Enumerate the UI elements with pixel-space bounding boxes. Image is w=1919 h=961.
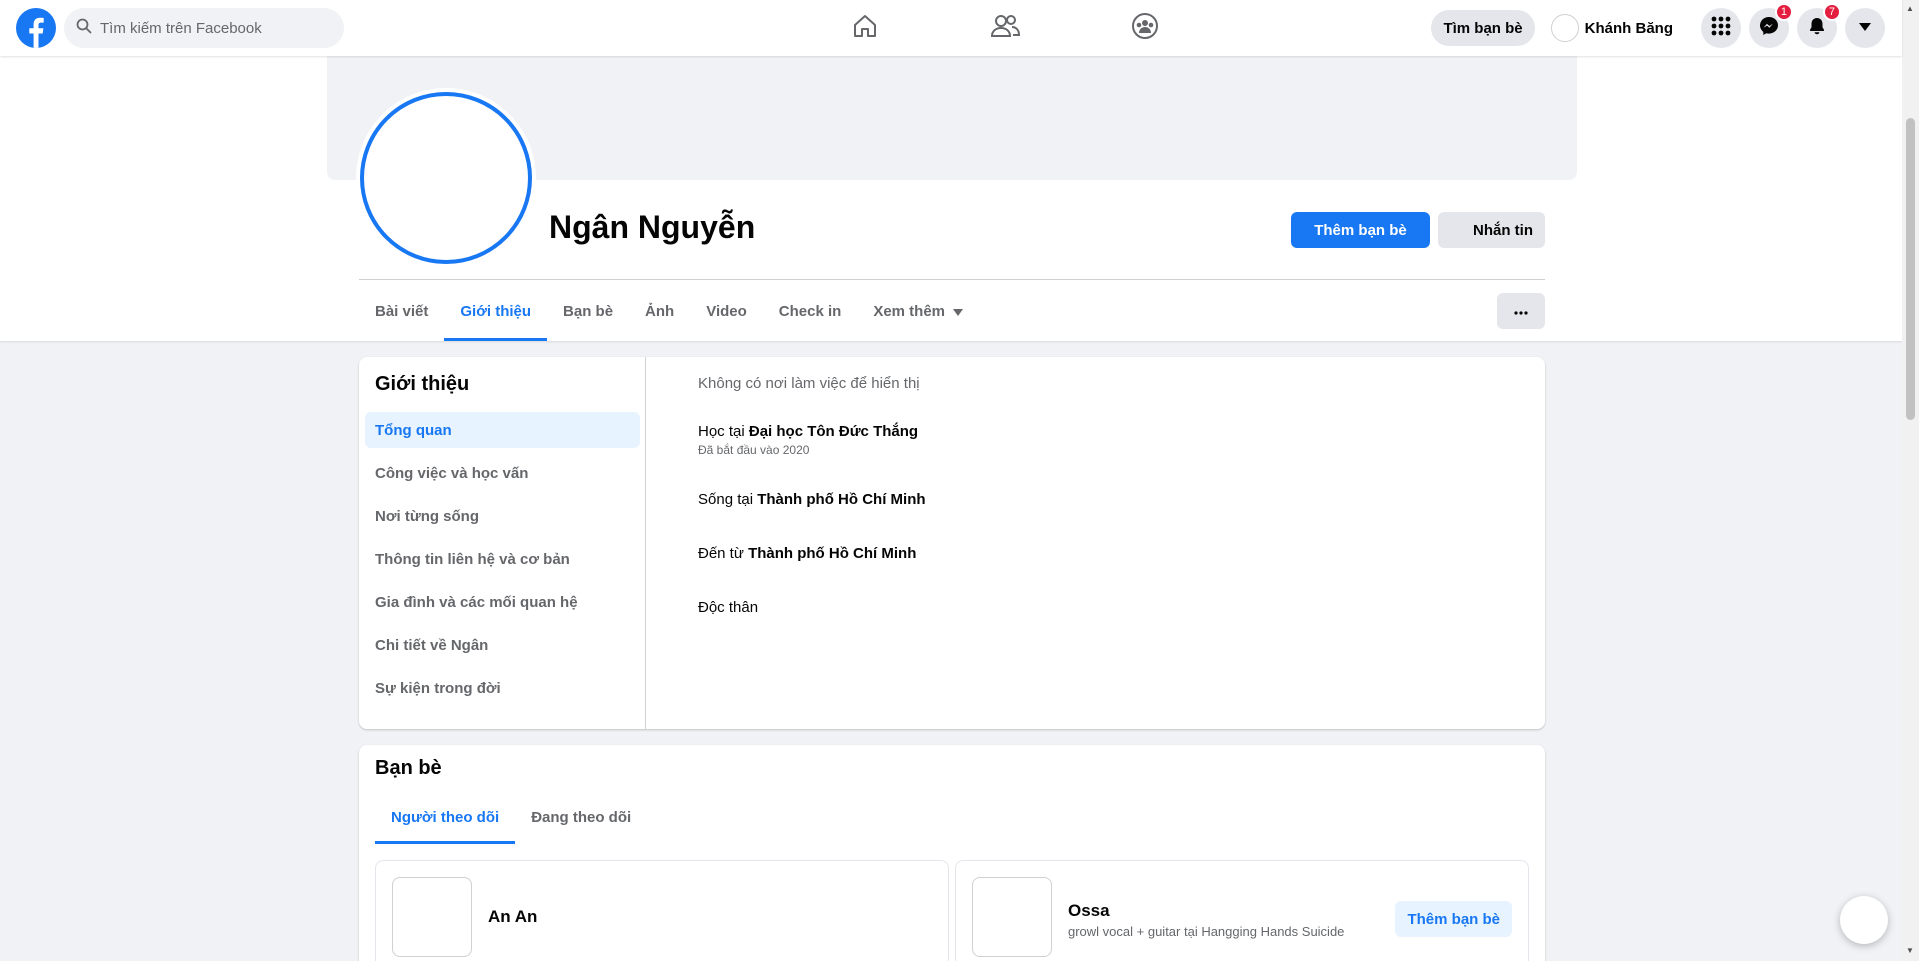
menu-grid-icon [1711,16,1731,41]
hometown[interactable]: Thành phố Hồ Chí Minh [748,545,916,562]
tab-posts[interactable]: Bài viết [359,281,444,341]
relationship-status: Độc thân [698,599,759,616]
message-button-label: Nhắn tin [1473,221,1533,239]
about-menu-contact-basic[interactable]: Thông tin liên hệ và cơ bản [365,541,640,577]
caret-down-icon [953,303,964,320]
add-friend-button-label: Thêm bạn bè [1314,221,1407,239]
nav-home[interactable] [795,0,935,56]
nav-groups[interactable] [1075,0,1215,56]
more-options-button[interactable] [1497,293,1545,329]
about-menu: Tổng quan Công việc và học vấn Nơi từng … [365,412,640,713]
menu-button[interactable] [1701,8,1741,48]
messenger-badge: 1 [1774,3,1793,21]
add-friend-button[interactable]: Thêm bạn bè [1395,901,1512,937]
messenger-button[interactable]: 1 [1749,3,1793,48]
friends-card: Bạn bè Người theo dõi Đang theo dõi An A… [359,745,1545,961]
profile-shortcut[interactable]: Khánh Băng [1547,10,1685,46]
list-item[interactable]: Ossa growl vocal + guitar tại Hangging H… [955,860,1529,961]
avatar [1550,14,1579,42]
friend-name[interactable]: An An [488,907,537,927]
education-since: Đã bắt đầu vào 2020 [698,443,810,457]
relationship-info: Độc thân [698,599,758,616]
education-school[interactable]: Đại học Tôn Đức Thắng [749,423,918,440]
profile-shortcut-name: Khánh Băng [1584,19,1673,37]
top-navigation-bar: Tìm bạn bè Khánh Băng 1 7 [0,0,1902,56]
about-menu-places-lived[interactable]: Nơi từng sống [365,498,640,534]
about-content: Không có nơi làm việc để hiển thị Học tạ… [698,357,1545,729]
about-card: Giới thiệu Tổng quan Công việc và học vấ… [359,357,1545,729]
groups-icon [1131,12,1159,45]
friend-name[interactable]: Ossa [1068,901,1110,921]
scroll-up-arrow-icon[interactable]: ▲ [1906,4,1914,13]
page-scrollbar[interactable]: ▲ ▼ [1902,0,1919,961]
about-title: Giới thiệu [375,373,470,395]
notifications-badge: 7 [1822,3,1841,21]
about-menu-life-events[interactable]: Sự kiện trong đời [365,670,640,706]
about-menu-work-education[interactable]: Công việc và học vấn [365,455,640,491]
friends-icon [990,12,1021,45]
nav-friends[interactable] [935,0,1075,56]
bell-icon [1807,16,1827,41]
profile-tabs: Bài viết Giới thiệu Bạn bè Ảnh Video Che… [359,281,979,341]
list-item[interactable]: An An [375,860,949,961]
current-city[interactable]: Thành phố Hồ Chí Minh [757,491,925,508]
about-sidebar: Giới thiệu Tổng quan Công việc và học vấ… [359,357,646,729]
tab-see-more-label: Xem thêm [873,302,946,320]
scroll-down-arrow-icon[interactable]: ▼ [1906,946,1914,955]
ellipsis-icon [1514,302,1528,320]
avatar[interactable] [972,877,1052,957]
search-bar[interactable] [64,8,344,48]
find-friends-button[interactable]: Tìm bạn bè [1431,10,1535,46]
header-divider [359,279,1545,280]
tab-following[interactable]: Đang theo dõi [515,791,647,844]
hometown-prefix: Đến từ [698,545,749,562]
current-city-info: Sống tại Thành phố Hồ Chí Minh [698,491,926,508]
tab-videos[interactable]: Video [690,281,763,341]
account-button[interactable] [1845,8,1885,48]
profile-name: Ngân Nguyễn [549,209,756,245]
friends-title: Bạn bè [375,757,442,779]
home-icon [851,12,879,45]
message-button[interactable]: Nhắn tin [1438,212,1545,248]
tab-about[interactable]: Giới thiệu [444,281,547,341]
tab-checkins[interactable]: Check in [763,281,858,341]
tab-photos[interactable]: Ảnh [629,281,690,341]
profile-header: Ngân Nguyễn Thêm bạn bè Nhắn tin Bài viế… [0,56,1902,341]
main-nav-tabs [795,0,1215,56]
about-menu-overview[interactable]: Tổng quan [365,412,640,448]
messenger-icon [1759,16,1779,41]
about-menu-family[interactable]: Gia đình và các mối quan hệ [365,584,640,620]
tab-see-more[interactable]: Xem thêm [857,281,979,341]
search-icon [76,18,92,39]
tab-followers[interactable]: Người theo dõi [375,791,516,844]
education-prefix: Học tại [698,423,749,440]
caret-down-icon [1858,19,1872,37]
facebook-logo-icon[interactable] [16,8,56,48]
new-message-button[interactable] [1840,896,1888,944]
nav-right-actions: Tìm bạn bè Khánh Băng 1 7 [1431,3,1885,48]
current-city-prefix: Sống tại [698,491,758,508]
hometown-info: Đến từ Thành phố Hồ Chí Minh [698,545,916,562]
work-info: Không có nơi làm việc để hiển thị [698,375,920,392]
education-info: Học tại Đại học Tôn Đức Thắng Đã bắt đầu… [698,423,918,457]
friends-tabs: Người theo dõi Đang theo dõi [375,791,647,844]
add-friend-button[interactable]: Thêm bạn bè [1291,212,1430,248]
search-input[interactable] [100,19,320,37]
tab-friends[interactable]: Bạn bè [547,281,629,341]
scrollbar-thumb[interactable] [1906,118,1915,420]
about-menu-details[interactable]: Chi tiết về Ngân [365,627,640,663]
friend-subtitle: growl vocal + guitar tại Hangging Hands … [1068,924,1345,939]
profile-avatar[interactable] [360,92,532,264]
notifications-button[interactable]: 7 [1797,3,1841,48]
no-work-text: Không có nơi làm việc để hiển thị [698,375,920,392]
avatar[interactable] [392,877,472,957]
